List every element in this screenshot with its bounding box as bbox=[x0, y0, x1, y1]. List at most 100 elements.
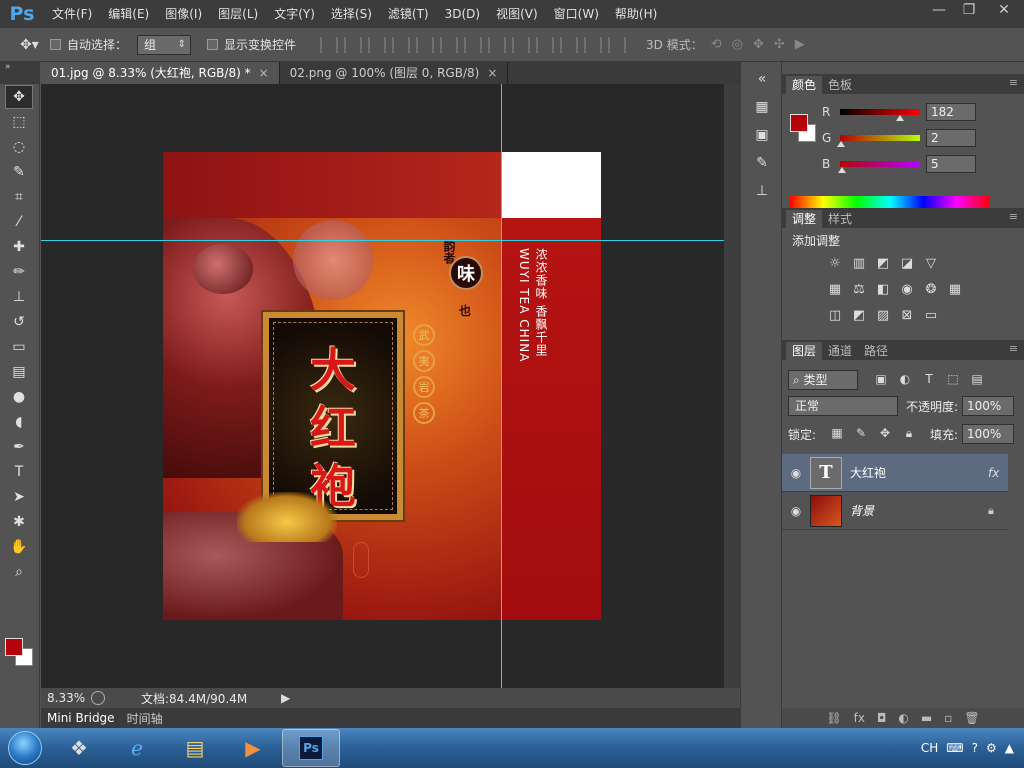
hand-tool-icon[interactable]: ✋ bbox=[5, 535, 33, 559]
filter-pixel-icon[interactable]: ▣ bbox=[872, 370, 890, 388]
brush-tool-icon[interactable]: ✏ bbox=[5, 260, 33, 284]
tab-adjustments[interactable]: 调整 bbox=[786, 210, 823, 228]
red-slider-knob[interactable] bbox=[896, 115, 904, 121]
3d-scale-icon[interactable]: ▶ bbox=[795, 37, 805, 52]
distribute-hcenter-icon[interactable] bbox=[560, 36, 579, 53]
eyedropper-tool-icon[interactable]: ⁄ bbox=[5, 210, 33, 234]
move-tool-preset-icon[interactable]: ✥▾ bbox=[20, 37, 50, 53]
lock-pixels-icon[interactable]: ✎ bbox=[852, 424, 870, 442]
taskbar-app-ie-icon[interactable]: ℯ bbox=[108, 729, 166, 767]
distribute-top-icon[interactable] bbox=[464, 36, 483, 53]
vibrance-icon[interactable]: ▽ bbox=[922, 254, 940, 272]
auto-select-dropdown[interactable]: 组 bbox=[137, 34, 192, 55]
menu-type[interactable]: 文字(Y) bbox=[266, 0, 323, 28]
blur-tool-icon[interactable]: ● bbox=[5, 385, 33, 409]
brightness-icon[interactable]: ☼ bbox=[826, 254, 844, 272]
dodge-tool-icon[interactable]: ◖ bbox=[5, 410, 33, 434]
new-layer-icon[interactable]: ▫ bbox=[944, 711, 952, 725]
link-layers-icon[interactable]: ⛓ bbox=[826, 711, 841, 725]
channel-mixer-icon[interactable]: ❂ bbox=[922, 280, 940, 298]
invert-icon[interactable]: ◫ bbox=[826, 306, 844, 324]
distribute-bottom-icon[interactable] bbox=[512, 36, 531, 53]
taskbar-app-photoshop[interactable]: Ps bbox=[282, 729, 340, 767]
align-vcenter-icon[interactable] bbox=[344, 36, 363, 53]
blue-value-input[interactable]: 5 bbox=[926, 155, 976, 173]
visibility-eye-icon[interactable]: ◉ bbox=[782, 504, 810, 518]
3d-rotate-icon[interactable]: ⟲ bbox=[711, 37, 722, 52]
align-bottom-icon[interactable] bbox=[368, 36, 387, 53]
distribute-vcenter-icon[interactable] bbox=[488, 36, 507, 53]
layer-name[interactable]: 背景 bbox=[850, 502, 988, 519]
photo-filter-icon[interactable]: ◉ bbox=[898, 280, 916, 298]
blue-slider-knob[interactable] bbox=[838, 167, 846, 173]
keyboard-icon[interactable]: ⌨ bbox=[946, 741, 963, 755]
taskbar-app-explorer-icon[interactable]: ▤ bbox=[166, 729, 224, 767]
panel-menu-icon[interactable]: ≡ bbox=[1009, 210, 1018, 223]
lasso-tool-icon[interactable]: ◌ bbox=[5, 135, 33, 159]
new-group-icon[interactable]: ▬ bbox=[921, 711, 932, 725]
menu-view[interactable]: 视图(V) bbox=[488, 0, 546, 28]
3d-roll-icon[interactable]: ◎ bbox=[732, 37, 743, 52]
menu-filter[interactable]: 滤镜(T) bbox=[380, 0, 437, 28]
tab-mini-bridge[interactable]: Mini Bridge bbox=[41, 711, 121, 725]
filter-shape-icon[interactable]: ⬚ bbox=[944, 370, 962, 388]
pen-tool-icon[interactable]: ✒ bbox=[5, 435, 33, 459]
fill-input[interactable]: 100% bbox=[962, 424, 1014, 444]
tab-paths[interactable]: 路径 bbox=[858, 342, 894, 360]
properties-panel-icon[interactable]: ▣ bbox=[749, 124, 775, 146]
vertical-guide[interactable] bbox=[501, 84, 502, 688]
exposure-icon[interactable]: ◪ bbox=[898, 254, 916, 272]
foreground-color-swatch[interactable] bbox=[5, 638, 23, 656]
color-foreground-swatch[interactable] bbox=[790, 114, 808, 132]
brush-panel-icon[interactable]: ✎ bbox=[749, 152, 775, 174]
auto-align-icon[interactable] bbox=[608, 36, 627, 53]
taskbar-app-player-icon[interactable]: ▶ bbox=[224, 729, 282, 767]
add-mask-icon[interactable]: ◘ bbox=[877, 711, 887, 725]
opacity-input[interactable]: 100% bbox=[962, 396, 1014, 416]
lock-position-icon[interactable]: ✥ bbox=[876, 424, 894, 442]
tray-settings-icon[interactable]: ⚙ bbox=[986, 741, 997, 755]
filter-type-icon[interactable]: T bbox=[920, 370, 938, 388]
tab-close-icon[interactable]: × bbox=[487, 66, 497, 80]
eraser-tool-icon[interactable]: ▭ bbox=[5, 335, 33, 359]
blend-mode-dropdown[interactable]: 正常 bbox=[788, 396, 898, 416]
gradient-map-icon[interactable]: ▭ bbox=[922, 306, 940, 324]
layer-row-background[interactable]: ◉ 背景 🔒︎ bbox=[782, 492, 1008, 530]
menu-3d[interactable]: 3D(D) bbox=[437, 0, 488, 28]
tab-doc-01[interactable]: 01.jpg @ 8.33% (大红袍, RGB/8) * × bbox=[41, 62, 280, 84]
black-white-icon[interactable]: ◧ bbox=[874, 280, 892, 298]
input-language[interactable]: CH bbox=[921, 741, 938, 755]
color-lookup-icon[interactable]: ▦ bbox=[946, 280, 964, 298]
green-slider-knob[interactable] bbox=[837, 141, 845, 147]
visibility-eye-icon[interactable]: ◉ bbox=[782, 466, 810, 480]
delete-layer-icon[interactable]: 🗑︎ bbox=[964, 711, 979, 725]
show-transform-checkbox[interactable] bbox=[207, 39, 219, 50]
menu-edit[interactable]: 编辑(E) bbox=[100, 0, 157, 28]
menu-help[interactable]: 帮助(H) bbox=[607, 0, 665, 28]
lock-all-icon[interactable]: 🔒︎ bbox=[900, 424, 918, 442]
distribute-left-icon[interactable] bbox=[536, 36, 555, 53]
clone-stamp-tool-icon[interactable]: ⊥ bbox=[5, 285, 33, 309]
tab-timeline[interactable]: 时间轴 bbox=[121, 710, 169, 727]
healing-brush-tool-icon[interactable]: ✚ bbox=[5, 235, 33, 259]
tab-color[interactable]: 颜色 bbox=[786, 76, 823, 94]
threshold-icon[interactable]: ▨ bbox=[874, 306, 892, 324]
tab-styles[interactable]: 样式 bbox=[822, 210, 858, 228]
quick-select-tool-icon[interactable]: ✎ bbox=[5, 160, 33, 184]
green-slider[interactable] bbox=[837, 135, 920, 147]
red-slider[interactable] bbox=[840, 109, 920, 121]
lock-transparent-icon[interactable]: ▦ bbox=[828, 424, 846, 442]
filter-adjustment-icon[interactable]: ◐ bbox=[896, 370, 914, 388]
tab-channels[interactable]: 通道 bbox=[822, 342, 858, 360]
gradient-tool-icon[interactable]: ▤ bbox=[5, 360, 33, 384]
tab-close-icon[interactable]: × bbox=[259, 66, 269, 80]
new-adjustment-icon[interactable]: ◐ bbox=[898, 711, 908, 725]
layer-row-text[interactable]: ◉ T 大红袍 fx bbox=[782, 454, 1008, 492]
horizontal-guide[interactable] bbox=[41, 240, 724, 241]
tab-doc-02[interactable]: 02.png @ 100% (图层 0, RGB/8) × bbox=[280, 62, 509, 84]
green-value-input[interactable]: 2 bbox=[926, 129, 976, 147]
levels-icon[interactable]: ▥ bbox=[850, 254, 868, 272]
blue-slider[interactable] bbox=[838, 161, 920, 173]
layer-effects-icon[interactable]: fx bbox=[988, 466, 1008, 480]
menu-layer[interactable]: 图层(L) bbox=[210, 0, 266, 28]
